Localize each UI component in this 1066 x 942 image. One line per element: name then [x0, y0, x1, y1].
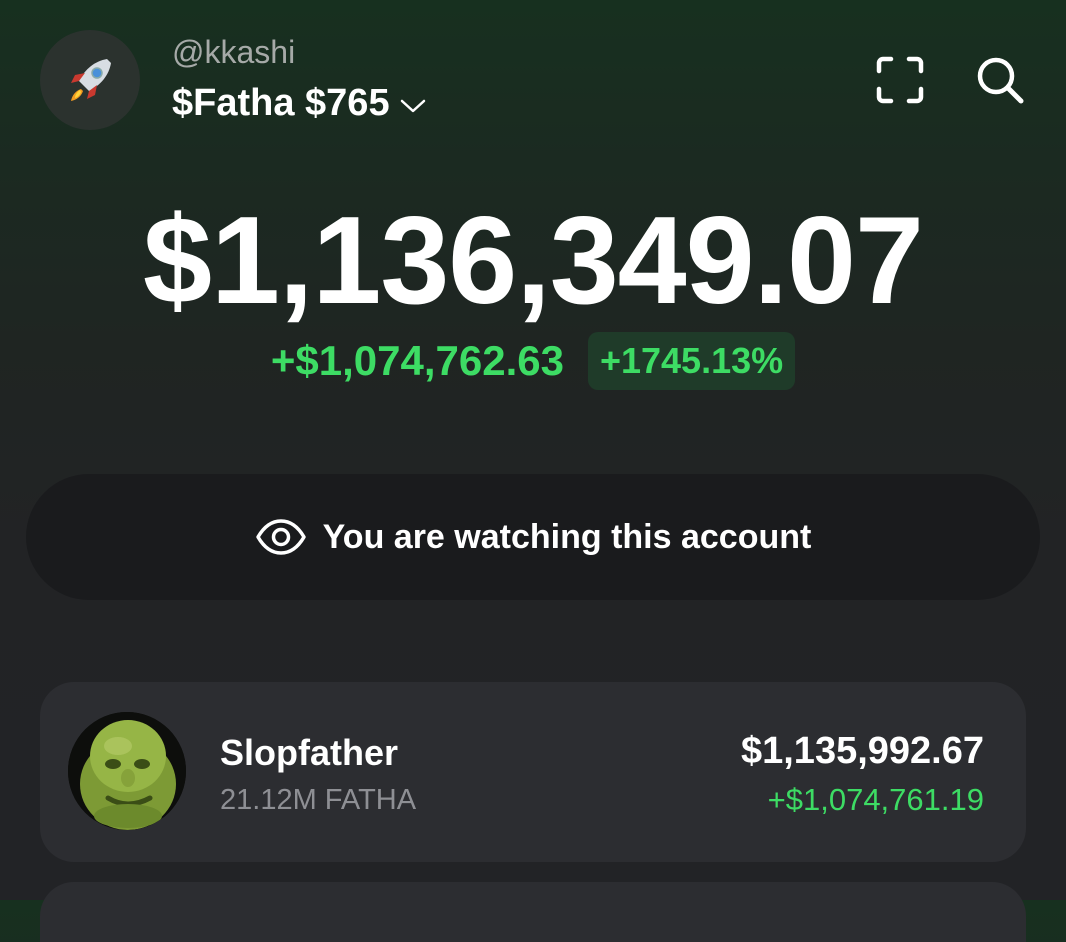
rocket-icon	[71, 59, 111, 101]
avatar[interactable]	[40, 30, 140, 130]
account-handle: @kkashi	[172, 34, 296, 70]
account-selector[interactable]: $Fatha $765	[172, 82, 426, 125]
token-row[interactable]: Slopfather 21.12M FATHA $1,135,992.67 +$…	[40, 682, 1026, 862]
scan-button[interactable]	[872, 52, 928, 108]
token-value: $1,135,992.67	[740, 730, 984, 772]
watching-text: You are watching this account	[322, 517, 812, 556]
portfolio-change: +$1,074,762.63 +1745.13%	[0, 332, 1066, 390]
search-button[interactable]	[972, 52, 1028, 108]
token-row-partial[interactable]	[40, 882, 1026, 942]
token-name: Slopfather	[220, 732, 399, 773]
search-icon	[977, 57, 1024, 104]
account-name: $Fatha $765	[172, 82, 390, 124]
scan-icon	[876, 56, 924, 104]
token-quantity: 21.12M FATHA	[220, 784, 417, 816]
chevron-down-icon	[400, 99, 425, 112]
change-percent-badge: +1745.13%	[587, 332, 796, 390]
change-amount: +$1,074,762.63	[270, 337, 564, 384]
watching-account-banner[interactable]: You are watching this account	[26, 474, 1040, 600]
portfolio-balance: $1,136,349.07	[143, 192, 924, 330]
token-avatar	[68, 712, 186, 830]
token-change: +$1,074,761.19	[767, 782, 984, 817]
eye-icon	[255, 519, 306, 555]
